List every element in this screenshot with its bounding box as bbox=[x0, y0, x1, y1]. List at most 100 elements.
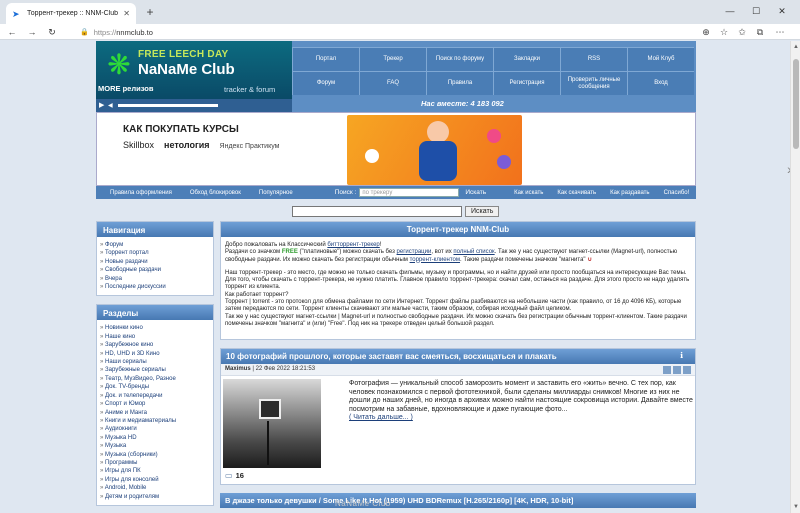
menu-messages[interactable]: Проверить личные сообщения bbox=[560, 71, 627, 95]
nav-how-search[interactable]: Как искать bbox=[514, 190, 543, 196]
menu-portal[interactable]: Портал bbox=[292, 47, 359, 71]
nav-bypass-blocks[interactable]: Обход блокировок bbox=[190, 190, 241, 196]
scroll-down-icon[interactable]: ▼ bbox=[792, 503, 800, 511]
volume-icon[interactable]: ◀ bbox=[108, 102, 113, 109]
sections-list: Новинки кино Наше кино Зарубежное кино H… bbox=[97, 320, 213, 505]
favorite-star-icon[interactable]: ☆ bbox=[718, 26, 730, 38]
play-icon[interactable]: ▶ bbox=[99, 101, 104, 109]
section-item[interactable]: Театр, МузВидео, Разное bbox=[100, 375, 210, 383]
section-item[interactable]: Спорт и Юмор bbox=[100, 400, 210, 408]
nav-item-yesterday[interactable]: Вчера bbox=[100, 275, 210, 283]
site-search-button[interactable]: Искать bbox=[465, 206, 500, 217]
menu-rss[interactable]: RSS bbox=[560, 47, 627, 71]
free-badge: FREE bbox=[281, 249, 298, 256]
section-item[interactable]: Наше кино bbox=[100, 333, 210, 341]
menu-login[interactable]: Вход bbox=[627, 71, 694, 95]
menu-register[interactable]: Регистрация bbox=[493, 71, 560, 95]
nav-design-rules[interactable]: Правила оформления bbox=[110, 190, 172, 196]
navigation-list: Форум Торрент портал Новые раздачи Свобо… bbox=[97, 237, 213, 295]
browser-tab[interactable]: ➤ Торрент-трекер :: NNM-Club ✕ bbox=[6, 3, 136, 24]
logo-more-releases: MORE релизов bbox=[98, 84, 154, 93]
section-item[interactable]: Новинки кино bbox=[100, 324, 210, 332]
favicon-icon: ➤ bbox=[12, 8, 20, 19]
site-search-input[interactable] bbox=[292, 206, 462, 217]
section-item[interactable]: Программы bbox=[100, 459, 210, 467]
nav-item-discussions[interactable]: Последние дискуссии bbox=[100, 283, 210, 291]
next-post-title[interactable]: В джазе только девушки / Some Like It Ho… bbox=[220, 493, 696, 509]
maximize-icon[interactable]: ☐ bbox=[748, 4, 764, 18]
post-comments[interactable]: ▭ 16 bbox=[225, 471, 244, 480]
section-item[interactable]: Книги и медиаматериалы bbox=[100, 417, 210, 425]
section-item[interactable]: Android, Mobile bbox=[100, 484, 210, 492]
menu-my-club[interactable]: Мой Клуб bbox=[627, 47, 694, 71]
section-item[interactable]: HD, UHD и 3D Кино bbox=[100, 350, 210, 358]
banner-brand-yandex: Яндекс Практикум bbox=[219, 143, 280, 150]
zoom-icon[interactable]: ⊕ bbox=[700, 26, 712, 38]
section-item[interactable]: Док. и телепередачи bbox=[100, 392, 210, 400]
section-item[interactable]: Аниме и Манга bbox=[100, 409, 210, 417]
nav-item-forum[interactable]: Форум bbox=[100, 241, 210, 249]
nav-how-download[interactable]: Как скачивать bbox=[557, 190, 596, 196]
menu-rules[interactable]: Правила bbox=[426, 71, 493, 95]
close-tab-icon[interactable]: ✕ bbox=[123, 9, 130, 18]
nav-how-seed[interactable]: Как раздавать bbox=[610, 190, 649, 196]
edit-icon[interactable] bbox=[673, 366, 681, 375]
section-item[interactable]: Зарубежные сериалы bbox=[100, 366, 210, 374]
nav-popular[interactable]: Популярное bbox=[259, 190, 293, 196]
section-item[interactable]: Игры для консолей bbox=[100, 476, 210, 484]
section-item[interactable]: Аудиокниги bbox=[100, 425, 210, 433]
nav-thanks[interactable]: Спасибо! bbox=[664, 190, 690, 196]
favorites-icon[interactable]: ✩ bbox=[736, 26, 748, 38]
registration-link[interactable]: регистрации bbox=[397, 249, 432, 255]
full-list-link[interactable]: полный список bbox=[453, 249, 494, 255]
close-window-icon[interactable]: ✕ bbox=[774, 4, 790, 18]
torrent-client-link[interactable]: торрент-клиентом bbox=[410, 257, 460, 263]
section-item[interactable]: Музыка bbox=[100, 442, 210, 450]
menu-bookmarks[interactable]: Закладки bbox=[493, 47, 560, 71]
welcome-panel: Торрент-трекер NNM-Club Добро пожаловать… bbox=[220, 221, 696, 341]
reload-icon[interactable]: ↻ bbox=[46, 26, 58, 38]
nav-item-portal[interactable]: Торрент портал bbox=[100, 249, 210, 257]
quote-icon[interactable] bbox=[663, 366, 671, 375]
tracker-search-button[interactable]: Искать bbox=[465, 189, 486, 196]
player-progress-bar[interactable] bbox=[118, 104, 218, 107]
collections-icon[interactable]: ⧉ bbox=[754, 26, 766, 38]
scroll-thumb[interactable] bbox=[793, 59, 799, 149]
url-field[interactable]: 🔒 https://nnmclub.to bbox=[80, 26, 153, 38]
post-title[interactable]: 10 фотографий прошлого, которые заставят… bbox=[221, 349, 695, 365]
info-icon[interactable]: ℹ bbox=[680, 351, 690, 361]
new-tab-icon[interactable]: + bbox=[143, 5, 157, 19]
scroll-up-icon[interactable]: ▲ bbox=[792, 43, 800, 51]
section-item[interactable]: Зарубежное кино bbox=[100, 341, 210, 349]
site-logo[interactable]: ❋ FREE LEECH DAY NaNaMe Club MORE релизо… bbox=[96, 41, 292, 99]
section-item[interactable]: Музыка (сборники) bbox=[100, 451, 210, 459]
back-icon[interactable]: ← bbox=[6, 26, 18, 38]
menu-forum[interactable]: Форум bbox=[292, 71, 359, 95]
menu-faq[interactable]: FAQ bbox=[359, 71, 426, 95]
read-more-link[interactable]: ( Читать дальше... ) bbox=[349, 414, 413, 421]
menu-dots-icon[interactable]: ⋯ bbox=[774, 26, 786, 38]
section-item[interactable]: Игры для ПК bbox=[100, 467, 210, 475]
ad-banner[interactable]: КАК ПОКУПАТЬ КУРСЫ Skillbox нетология Ян… bbox=[96, 112, 696, 186]
minimize-icon[interactable]: — bbox=[722, 4, 738, 18]
menu-tracker[interactable]: Трекер bbox=[359, 47, 426, 71]
section-item[interactable]: Наши сериалы bbox=[100, 358, 210, 366]
sections-title: Разделы bbox=[97, 305, 213, 321]
nav-item-free[interactable]: Свободные раздачи bbox=[100, 266, 210, 274]
welcome-text: Добро пожаловать на Классический битторр… bbox=[221, 237, 695, 339]
comment-count: 16 bbox=[235, 471, 244, 481]
bittorrent-link[interactable]: битторрент-трекер bbox=[327, 242, 379, 248]
section-item[interactable]: Музыка HD bbox=[100, 434, 210, 442]
banner-brands: Skillbox нетология Яндекс Практикум bbox=[123, 140, 279, 150]
section-item[interactable]: Детям и родителям bbox=[100, 493, 210, 501]
lock-icon: 🔒 bbox=[80, 29, 89, 36]
scrollbar[interactable]: ▲ ▼ bbox=[790, 41, 800, 513]
post-image[interactable] bbox=[223, 379, 321, 469]
report-icon[interactable] bbox=[683, 366, 691, 375]
nav-item-new[interactable]: Новые раздачи bbox=[100, 258, 210, 266]
menu-forum-search[interactable]: Поиск по форуму bbox=[426, 47, 493, 71]
forward-icon[interactable]: → bbox=[26, 26, 38, 38]
section-item[interactable]: Док. TV-бренды bbox=[100, 383, 210, 391]
tracker-search-input[interactable]: по трекеру bbox=[359, 188, 460, 197]
post-author[interactable]: Maximus bbox=[225, 366, 251, 372]
